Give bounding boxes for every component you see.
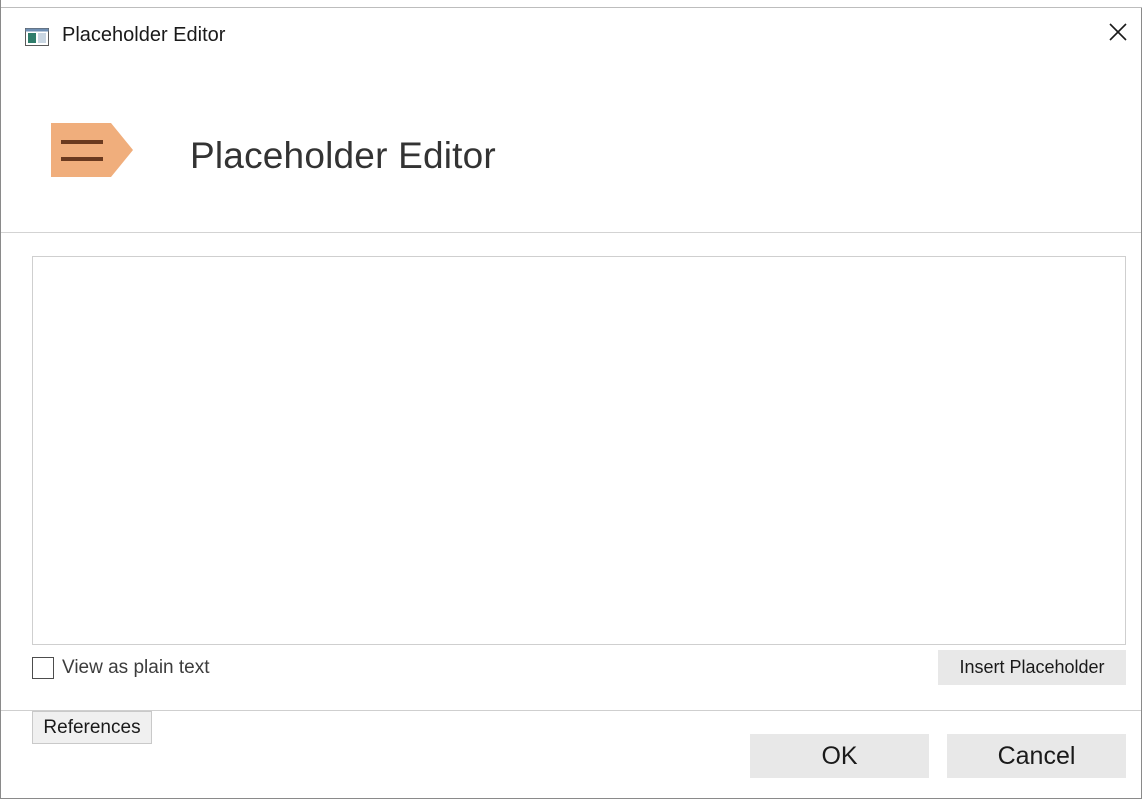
title-bar: Placeholder Editor [1, 8, 1141, 64]
insert-placeholder-button[interactable]: Insert Placeholder [938, 650, 1126, 685]
plain-text-label[interactable]: View as plain text [62, 657, 210, 679]
page-title: Placeholder Editor [190, 135, 496, 176]
ok-button[interactable]: OK [750, 734, 929, 778]
placeholder-editor-dialog: Placeholder Editor Placeholder Editor Vi… [0, 0, 1142, 799]
cancel-button[interactable]: Cancel [947, 734, 1126, 778]
close-button[interactable] [1095, 8, 1141, 60]
placeholder-editor-textarea[interactable] [32, 256, 1126, 645]
references-button[interactable]: References [32, 711, 152, 744]
plain-text-checkbox[interactable] [32, 657, 54, 679]
window-app-icon [25, 28, 49, 46]
window-title: Placeholder Editor [62, 24, 226, 46]
close-icon [1108, 22, 1128, 47]
window-top-edge [1, 0, 1142, 8]
header-divider [1, 232, 1141, 233]
placeholder-tag-icon [51, 123, 133, 177]
footer-divider [1, 710, 1141, 711]
